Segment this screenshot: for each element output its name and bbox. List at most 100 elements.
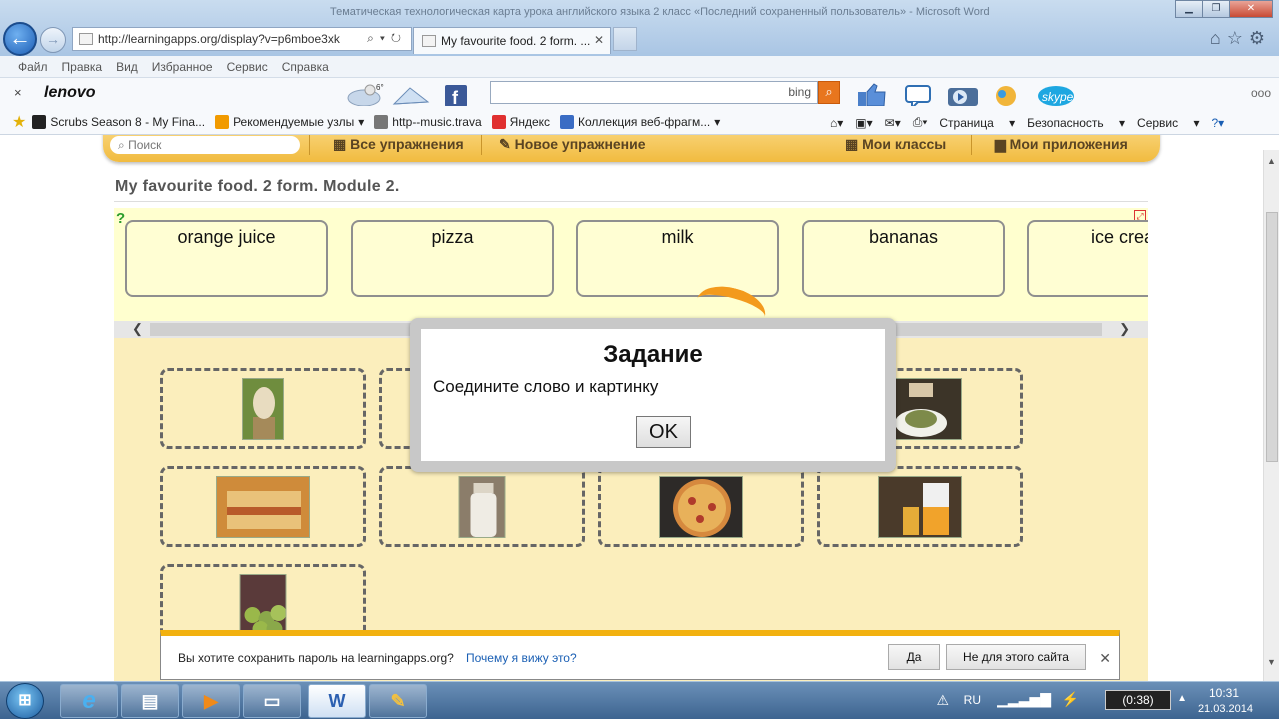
bing-search-input[interactable]: bing bbox=[490, 81, 818, 104]
command-safety[interactable]: Безопасность ▾ bbox=[1027, 116, 1125, 130]
orange-juice-picture bbox=[878, 475, 962, 538]
page-vertical-scrollbar[interactable]: ▲ ▼ bbox=[1263, 150, 1279, 681]
like-icon[interactable] bbox=[858, 83, 886, 106]
word-card[interactable]: bananas bbox=[802, 220, 1005, 297]
word-card[interactable]: orange juice bbox=[125, 220, 328, 297]
minimize-button[interactable]: ▁ bbox=[1175, 0, 1203, 18]
close-icon[interactable]: ✕ bbox=[1099, 650, 1111, 667]
menu-file[interactable]: Файл bbox=[18, 60, 48, 74]
taskbar-paint-icon[interactable]: ✎ bbox=[369, 684, 427, 718]
nav-all-exercises[interactable]: ▦ Все упражнения bbox=[333, 136, 464, 153]
forward-button[interactable]: → bbox=[40, 27, 66, 53]
favorite-label: Коллекция веб-фрагм... bbox=[578, 115, 711, 129]
rss-icon[interactable]: ▣▾ bbox=[855, 116, 872, 130]
signal-strength-icon[interactable]: ▁▂▃▅▇ bbox=[997, 691, 1051, 708]
skype-icon[interactable]: skype bbox=[1038, 86, 1074, 106]
favorite-label: Яндекс bbox=[509, 115, 551, 129]
favorites-star-icon[interactable]: ☆ bbox=[1227, 28, 1249, 48]
help-icon[interactable]: ?▾ bbox=[1211, 116, 1224, 130]
tab-title: My favourite food. 2 form. ... bbox=[441, 34, 591, 48]
drop-zone[interactable] bbox=[160, 466, 366, 547]
home-icon[interactable]: ⌂ bbox=[1210, 28, 1227, 48]
tab-close-icon[interactable]: ✕ bbox=[594, 33, 604, 47]
network-warning-icon[interactable]: ⚠ bbox=[936, 692, 949, 709]
scroll-thumb[interactable] bbox=[1266, 212, 1278, 462]
toolbar-social-icons: skype bbox=[858, 83, 1074, 106]
browser-top-icons: ⌂☆⚙ bbox=[1210, 28, 1271, 49]
scroll-up-icon[interactable]: ▲ bbox=[1267, 156, 1276, 166]
nav-new-exercise[interactable]: ✎ Новое упражнение bbox=[499, 136, 646, 153]
favorites-add-star-icon[interactable]: ★ bbox=[12, 112, 26, 132]
nav-my-classes[interactable]: ▦ Мои классы bbox=[845, 136, 946, 153]
menu-view[interactable]: Вид bbox=[116, 60, 138, 74]
favorite-music-trava[interactable]: http--music.trava bbox=[374, 115, 482, 129]
close-window-button[interactable]: ✕ bbox=[1229, 0, 1273, 18]
clock-date[interactable]: 21.03.2014 bbox=[1198, 703, 1253, 715]
taskbar-laptop-icon[interactable]: ▭ bbox=[243, 684, 301, 718]
nav-my-apps[interactable]: ▆ Мои приложения bbox=[995, 136, 1128, 153]
battery-indicator[interactable]: (0:38) bbox=[1105, 690, 1171, 710]
scroll-down-icon[interactable]: ▼ bbox=[1267, 657, 1276, 667]
menu-favorites[interactable]: Избранное bbox=[152, 60, 213, 74]
site-search-input[interactable]: ⌕ Поиск bbox=[110, 136, 300, 154]
menu-help[interactable]: Справка bbox=[282, 60, 329, 74]
favorite-yandex[interactable]: Яндекс bbox=[491, 115, 551, 129]
toolbar-close-icon[interactable]: × bbox=[14, 85, 22, 100]
bing-search-button[interactable]: ⌕ bbox=[818, 81, 840, 104]
scroll-right-icon[interactable]: ❯ bbox=[1119, 321, 1130, 337]
tray-expand-icon[interactable]: ▲ bbox=[1177, 693, 1187, 704]
why-link[interactable]: Почему я вижу это? bbox=[466, 651, 577, 665]
start-button[interactable]: ⊞ bbox=[6, 683, 44, 719]
drop-zone[interactable] bbox=[817, 466, 1023, 547]
command-tools[interactable]: Сервис ▾ bbox=[1137, 116, 1199, 130]
nav-my-classes-label: Мои классы bbox=[862, 136, 947, 152]
command-bar: ⌂▾ ▣▾ ✉▾ ⎙▾ Страница ▾ Безопасность ▾ Се… bbox=[830, 110, 1236, 135]
clock-time[interactable]: 10:31 bbox=[1209, 686, 1239, 700]
address-actions[interactable]: ⌕▾↻ bbox=[367, 31, 407, 46]
milk-bottle-picture bbox=[458, 475, 506, 538]
window-controls: ▁ ❐ ✕ bbox=[1175, 0, 1273, 18]
facebook-icon[interactable]: f bbox=[445, 85, 467, 106]
not-for-this-site-button[interactable]: Не для этого сайта bbox=[946, 644, 1086, 670]
tools-gear-icon[interactable]: ⚙ bbox=[1249, 28, 1271, 48]
new-tab-button[interactable] bbox=[613, 27, 637, 51]
wireless-icon[interactable]: ⚡ bbox=[1062, 691, 1079, 708]
chat-icon[interactable] bbox=[905, 85, 931, 106]
drop-zone[interactable] bbox=[598, 466, 804, 547]
video-icon[interactable] bbox=[948, 88, 978, 106]
favorite-scrubs[interactable]: Scrubs Season 8 - My Fina... bbox=[32, 115, 205, 129]
word-card[interactable]: ice cream bbox=[1027, 220, 1148, 297]
address-bar[interactable]: http://learningapps.org/display?v=p6mboe… bbox=[72, 27, 412, 51]
read-mail-icon[interactable]: ✉▾ bbox=[885, 116, 901, 130]
scroll-left-icon[interactable]: ❮ bbox=[132, 321, 143, 337]
tab-learningapps[interactable]: My favourite food. 2 form. ... ✕ bbox=[413, 27, 611, 54]
menu-edit[interactable]: Правка bbox=[62, 60, 103, 74]
toolbar-more-icon[interactable]: ooo bbox=[1251, 86, 1271, 100]
word-card[interactable]: pizza bbox=[351, 220, 554, 297]
bird-icon[interactable] bbox=[996, 86, 1016, 106]
word-card[interactable]: milk bbox=[576, 220, 779, 297]
task-dialog: Задание Соедините слово и картинку OK bbox=[410, 318, 896, 472]
save-password-yes-button[interactable]: Да bbox=[888, 644, 940, 670]
drop-zone[interactable] bbox=[160, 368, 366, 449]
favorite-recommended-sites[interactable]: Рекомендуемые узлы ▾ bbox=[215, 115, 364, 129]
taskbar-word-icon[interactable]: W bbox=[308, 684, 366, 718]
command-page[interactable]: Страница ▾ bbox=[939, 116, 1015, 130]
recommended-favicon-icon bbox=[215, 115, 230, 129]
chevron-down-icon[interactable]: ▾ bbox=[714, 115, 720, 129]
taskbar-ie-icon[interactable]: e bbox=[60, 684, 118, 718]
chevron-down-icon[interactable]: ▾ bbox=[358, 115, 364, 129]
menu-tools[interactable]: Сервис bbox=[227, 60, 268, 74]
restore-button[interactable]: ❐ bbox=[1202, 0, 1230, 18]
drop-zone[interactable] bbox=[379, 466, 585, 547]
mail-icon[interactable] bbox=[392, 87, 430, 105]
lenovo-toolbar: × lenovo 6° f bing ⌕ skype ooo bbox=[0, 78, 1279, 110]
home-icon[interactable]: ⌂▾ bbox=[830, 116, 843, 130]
back-button[interactable]: ← bbox=[3, 22, 37, 56]
language-indicator[interactable]: RU bbox=[964, 693, 981, 707]
favorite-web-slices[interactable]: Коллекция веб-фрагм... ▾ bbox=[560, 115, 720, 129]
taskbar-explorer-icon[interactable]: ▤ bbox=[121, 684, 179, 718]
taskbar-media-player-icon[interactable]: ▶ bbox=[182, 684, 240, 718]
print-icon[interactable]: ⎙▾ bbox=[913, 115, 928, 130]
ok-button[interactable]: OK bbox=[636, 416, 691, 448]
